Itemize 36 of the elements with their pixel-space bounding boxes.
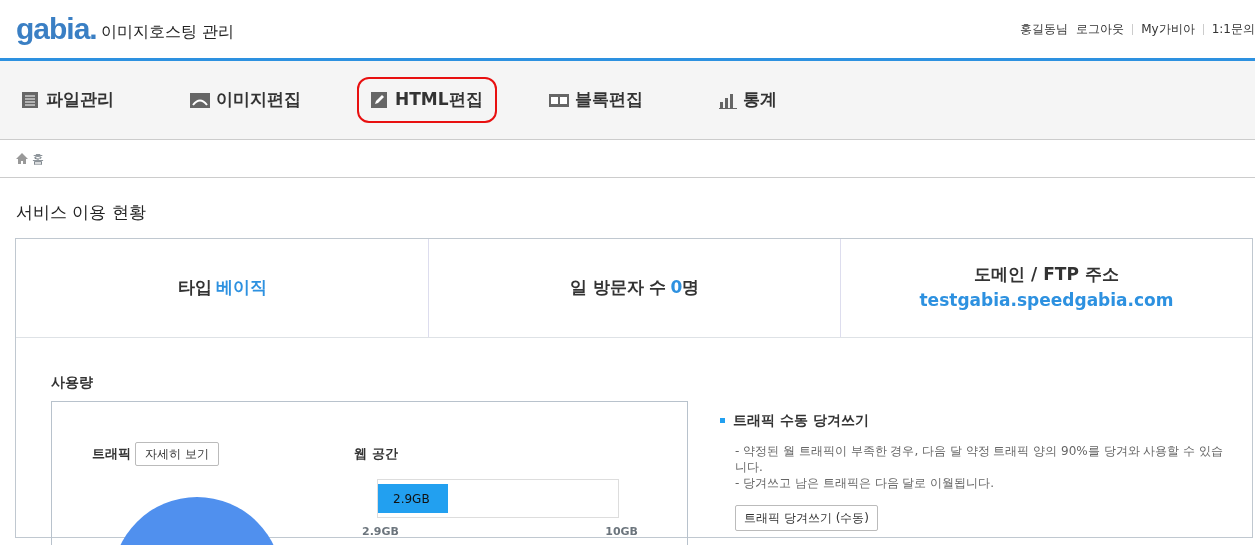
nav-tab[interactable]: 이미지편집 [176, 77, 315, 123]
page-title: 서비스 이용 현황 [15, 201, 147, 224]
nav-tab[interactable]: 통계 [704, 77, 791, 123]
stat-label: 일 방문자 수 [569, 275, 667, 299]
stat-label: 타입 [177, 275, 212, 299]
app-title: 이미지호스팅 관리 [100, 21, 234, 43]
image-icon [190, 91, 210, 109]
blocks-icon [548, 91, 569, 109]
nav-tab[interactable]: 블록편집 [534, 77, 657, 123]
nav-tab[interactable]: 파일관리 [8, 77, 128, 123]
progress-fill: 2.9GB [378, 484, 448, 513]
logo[interactable]: gabia. [16, 14, 97, 44]
traffic-label: 트래픽 [92, 444, 131, 463]
scale-max-label: 10GB [605, 524, 638, 540]
user-name[interactable]: 홍길동님 [1020, 20, 1069, 38]
pull-traffic-button[interactable]: 트래픽 당겨쓰기 (수동) [735, 504, 878, 531]
breadcrumb-link[interactable]: 홈 [32, 149, 44, 168]
details-button[interactable]: 자세히 보기 [135, 441, 219, 466]
scale-min-label: 2.9GB [362, 524, 399, 540]
header-link[interactable]: 로그아웃 [1076, 20, 1125, 38]
list-icon [22, 91, 40, 109]
header-link[interactable]: 1:1문의 [1211, 20, 1255, 38]
stat-label: 도메인 / FTP 주소 [973, 263, 1120, 286]
section-title: 사용량 [51, 372, 94, 392]
header-link[interactable]: My가비아 [1141, 20, 1195, 38]
section-title: 트래픽 수동 당겨쓰기 [733, 410, 869, 430]
nav-tab[interactable]: HTML편집 [357, 77, 497, 123]
note-text: - 약정된 월 트래픽이 부족한 경우, 다음 달 약정 트래픽 양의 90%를 당겨와 사용할 수 있습니다. [735, 442, 1225, 475]
web-space-label: 웹 공간 [354, 444, 399, 463]
pencil-icon [371, 91, 389, 109]
bullet-icon [720, 417, 725, 423]
stat-value: 베이직 [215, 275, 267, 299]
stat-value: 0명 [670, 275, 700, 299]
home-icon [16, 153, 28, 164]
note-text: - 당겨쓰고 남은 트래픽은 다음 달로 이월됩니다. [735, 474, 996, 491]
bar-chart-icon [718, 91, 737, 109]
